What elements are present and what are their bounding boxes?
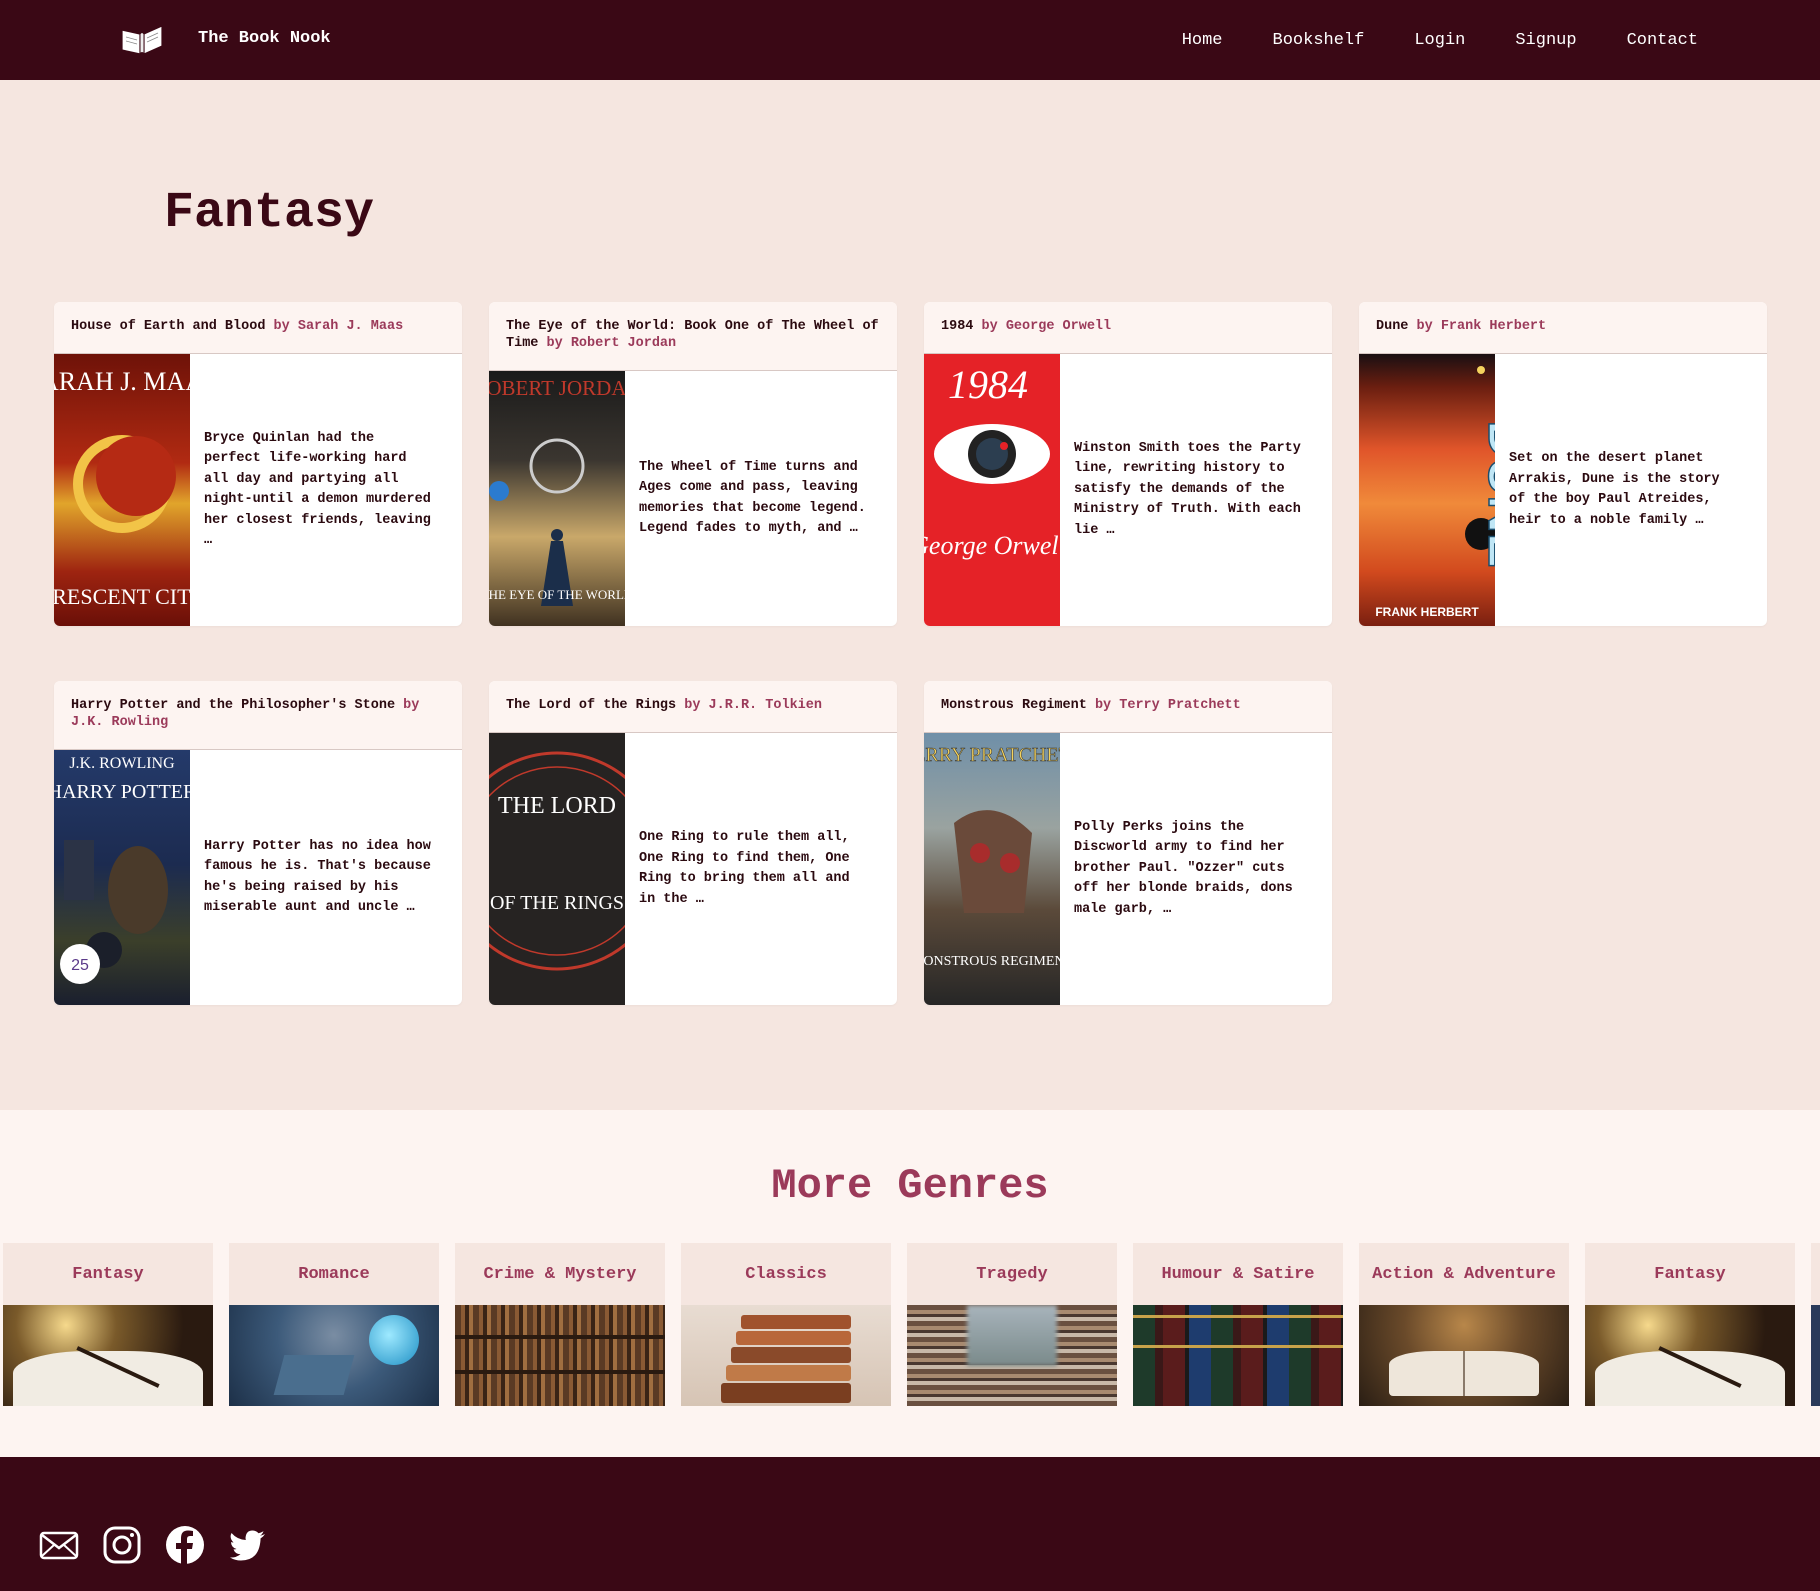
book-author[interactable]: by George Orwell — [982, 319, 1112, 334]
mail-icon[interactable] — [38, 1524, 80, 1566]
brand-name: The Book Nook — [198, 28, 331, 48]
genre-image — [3, 1305, 213, 1406]
book-blurb: Set on the desert planet Arrakis, Dune i… — [1509, 451, 1720, 528]
book-cover-image[interactable]: DUNE FRANK HERBERT — [1359, 354, 1495, 626]
book-card-header: Dune by Frank Herbert — [1359, 302, 1767, 354]
genre-tile-humour-satire[interactable]: Humour & Satire — [1133, 1243, 1343, 1406]
book-title: 1984 — [941, 319, 974, 334]
genre-label: Classics — [681, 1243, 891, 1305]
nav-link-signup[interactable]: Signup — [1515, 31, 1576, 50]
book-title: Dune — [1376, 319, 1409, 334]
genre-label: Fantasy — [3, 1243, 213, 1305]
more-genres-title: More Genres — [771, 1162, 1049, 1210]
svg-text:25: 25 — [71, 957, 89, 974]
facebook-icon[interactable] — [164, 1524, 206, 1566]
book-title: Monstrous Regiment — [941, 698, 1087, 713]
twitter-icon[interactable] — [227, 1524, 269, 1566]
book-card[interactable]: The Lord of the Rings by J.R.R. Tolkien … — [489, 681, 897, 1005]
genre-label: Crime & Mystery — [455, 1243, 665, 1305]
genre-image — [229, 1305, 439, 1406]
genre-label: Action & Adventure — [1359, 1243, 1569, 1305]
book-card[interactable]: Dune by Frank Herbert DUNE FRANK HERBERT… — [1359, 302, 1767, 626]
page-title: Fantasy — [164, 185, 375, 242]
cover-text: 1984 — [948, 362, 1028, 407]
cover-text: MONSTROUS REGIMENT — [924, 954, 1060, 969]
cover-text: DUNE — [1477, 420, 1495, 567]
book-card[interactable]: 1984 by George Orwell 1984 George Orwell… — [924, 302, 1332, 626]
book-card-header: Harry Potter and the Philosopher's Stone… — [54, 681, 462, 750]
top-navbar: The Book Nook Home Bookshelf Login Signu… — [0, 0, 1820, 80]
genre-image — [907, 1305, 1117, 1406]
genre-image — [1133, 1305, 1343, 1406]
brand[interactable]: The Book Nook — [118, 18, 331, 58]
genre-tile-tragedy[interactable]: Tragedy — [907, 1243, 1117, 1406]
genre-label: Fantasy — [1585, 1243, 1795, 1305]
genre-label: Romance — [229, 1243, 439, 1305]
book-cover-image[interactable]: SARAH J. MAAS CRESCENT CITY — [54, 354, 190, 626]
open-book-icon — [121, 25, 163, 56]
book-card-header: The Lord of the Rings by J.R.R. Tolkien — [489, 681, 897, 733]
cover-text: FRANK HERBERT — [1375, 605, 1479, 619]
genre-image — [455, 1305, 665, 1406]
book-blurb: One Ring to rule them all, One Ring to f… — [639, 830, 850, 907]
book-author[interactable]: by Terry Pratchett — [1095, 698, 1241, 713]
book-title: House of Earth and Blood — [71, 319, 266, 334]
book-blurb: Polly Perks joins the Discworld army to … — [1074, 819, 1293, 917]
genre-tile-romance[interactable]: Romance — [229, 1243, 439, 1406]
nav-links: Home Bookshelf Login Signup Contact — [1182, 0, 1698, 80]
book-cover-image[interactable]: TERRY PRATCHETT MONSTROUS REGIMENT — [924, 733, 1060, 1005]
book-card[interactable]: Harry Potter and the Philosopher's Stone… — [54, 681, 462, 1005]
genre-label: Tragedy — [907, 1243, 1117, 1305]
genre-tile-fantasy[interactable]: Fantasy — [3, 1243, 213, 1406]
genre-image — [1585, 1305, 1795, 1406]
cover-text: J.K. ROWLING — [69, 755, 175, 772]
genre-tile-next-partial[interactable] — [1811, 1243, 1820, 1406]
genre-tile-classics[interactable]: Classics — [681, 1243, 891, 1406]
genre-tile-crime-mystery[interactable]: Crime & Mystery — [455, 1243, 665, 1406]
book-card-header: The Eye of the World: Book One of The Wh… — [489, 302, 897, 371]
cover-text: ROBERT JORDAN — [489, 376, 625, 400]
book-cover-image[interactable]: 25 J.K. ROWLING HARRY POTTER — [54, 750, 190, 1005]
book-title: The Lord of the Rings — [506, 698, 677, 713]
book-cover-image[interactable]: ROBERT JORDAN THE EYE OF THE WORLD — [489, 371, 625, 626]
genre-tile-fantasy[interactable]: Fantasy — [1585, 1243, 1795, 1406]
book-blurb: Harry Potter has no idea how famous he i… — [204, 838, 431, 916]
cover-text: SARAH J. MAAS — [54, 367, 190, 396]
cover-text: George Orwell — [924, 531, 1060, 560]
book-author[interactable]: by Robert Jordan — [547, 336, 677, 351]
book-author[interactable]: by J.R.R. Tolkien — [684, 698, 822, 713]
instagram-icon[interactable] — [101, 1524, 143, 1566]
nav-link-contact[interactable]: Contact — [1627, 31, 1698, 50]
cover-text: CRESCENT CITY — [54, 584, 190, 609]
nav-link-bookshelf[interactable]: Bookshelf — [1273, 31, 1365, 50]
book-cover-image[interactable]: 1984 George Orwell — [924, 354, 1060, 626]
genre-tile-action-adventure[interactable]: Action & Adventure — [1359, 1243, 1569, 1406]
book-card[interactable]: House of Earth and Blood by Sarah J. Maa… — [54, 302, 462, 626]
book-title: Harry Potter and the Philosopher's Stone — [71, 698, 396, 713]
book-author[interactable]: by Frank Herbert — [1417, 319, 1547, 334]
footer — [0, 1457, 1820, 1591]
book-cover-image[interactable]: THE LORD OF THE RINGS — [489, 733, 625, 1005]
more-genres-section: More Genres Fantasy Romance Crime & Myst… — [0, 1110, 1820, 1457]
book-blurb: Winston Smith toes the Party line, rewri… — [1074, 440, 1301, 538]
cover-text: OF THE RINGS — [490, 892, 624, 914]
book-card[interactable]: Monstrous Regiment by Terry Pratchett TE… — [924, 681, 1332, 1005]
genre-label: Humour & Satire — [1133, 1243, 1343, 1305]
book-card-header: 1984 by George Orwell — [924, 302, 1332, 354]
cover-text: TERRY PRATCHETT — [924, 744, 1060, 766]
book-card[interactable]: The Eye of the World: Book One of The Wh… — [489, 302, 897, 626]
book-card-header: Monstrous Regiment by Terry Pratchett — [924, 681, 1332, 733]
cover-text: THE EYE OF THE WORLD — [489, 587, 625, 602]
nav-link-home[interactable]: Home — [1182, 31, 1223, 50]
cover-text: THE LORD — [498, 793, 616, 819]
cover-text: HARRY POTTER — [54, 781, 190, 803]
book-author[interactable]: by Sarah J. Maas — [274, 319, 404, 334]
book-blurb: Bryce Quinlan had the perfect life-worki… — [204, 430, 431, 549]
book-blurb: The Wheel of Time turns and Ages come an… — [639, 459, 866, 537]
book-card-header: House of Earth and Blood by Sarah J. Maa… — [54, 302, 462, 354]
genre-image — [1359, 1305, 1569, 1406]
nav-link-login[interactable]: Login — [1414, 31, 1465, 50]
genre-image — [681, 1305, 891, 1406]
